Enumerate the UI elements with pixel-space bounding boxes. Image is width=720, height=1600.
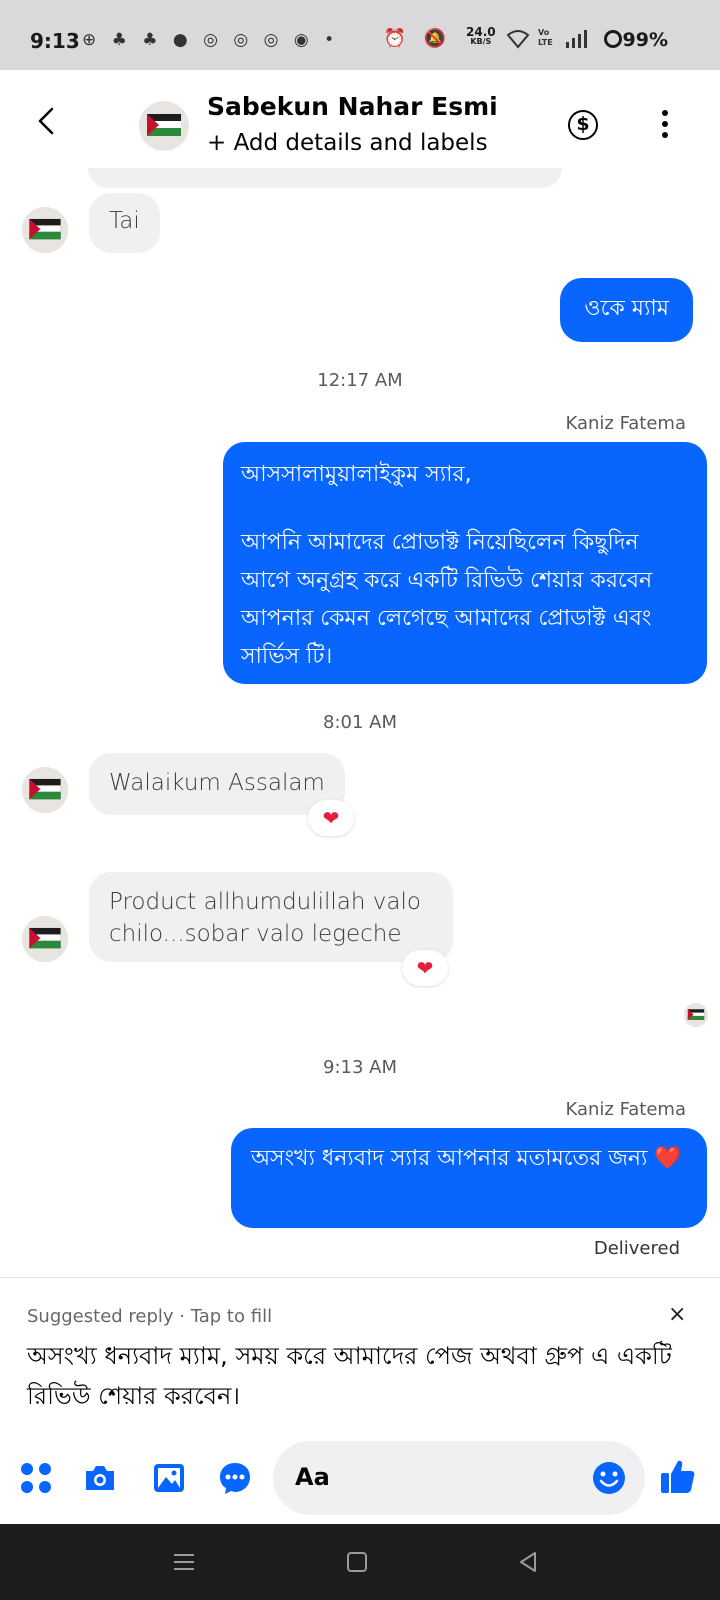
divider	[0, 1277, 720, 1278]
sender-label: Kaniz Fatema	[565, 413, 686, 434]
emoji-icon[interactable]	[591, 1460, 627, 1496]
network-speed: 24.0 KB/S	[466, 25, 496, 47]
sender-avatar[interactable]	[22, 916, 68, 962]
battery-ring-icon	[604, 30, 622, 48]
status-time: 9:13	[30, 29, 80, 53]
suggested-reply-label: Suggested reply · Tap to fill	[27, 1306, 273, 1327]
battery-percent: 99%	[622, 29, 668, 51]
add-details-link[interactable]: + Add details and labels	[207, 130, 488, 156]
system-nav-bar	[0, 1524, 720, 1600]
outgoing-message[interactable]: অসংখ্য ধন্যবাদ স্যার আপনার মতামতের জন্য …	[231, 1128, 707, 1228]
timestamp: 12:17 AM	[317, 370, 403, 391]
thumbs-up-icon[interactable]	[658, 1456, 698, 1496]
message-line: আপনি আমাদের প্রোডাক্ট নিয়েছিলেন কিছুদিন…	[241, 530, 653, 669]
timestamp: 8:01 AM	[323, 712, 397, 733]
previous-message-edge	[88, 168, 562, 188]
home-icon[interactable]	[345, 1550, 369, 1574]
outgoing-message[interactable]: ওকে ম্যাম	[560, 278, 693, 342]
camera-icon[interactable]	[82, 1460, 118, 1496]
message-input[interactable]: Aa	[273, 1441, 645, 1515]
more-options-icon[interactable]	[662, 110, 670, 140]
payment-dollar-icon[interactable]: $	[568, 110, 598, 140]
chat-bubble-icon[interactable]	[217, 1460, 253, 1496]
seen-avatar	[684, 1003, 708, 1027]
wifi-icon	[506, 30, 530, 49]
recent-apps-icon[interactable]	[172, 1550, 196, 1574]
outgoing-message[interactable]: আসসালামুয়ালাইকুম স্যার, আপনি আমাদের প্র…	[223, 442, 707, 684]
network-speed-unit: KB/S	[470, 37, 492, 46]
heart-reaction-icon[interactable]: ❤	[402, 950, 448, 986]
message-line: আসসালামুয়ালাইকুম স্যার,	[241, 462, 472, 487]
delivery-status: Delivered	[593, 1238, 680, 1259]
alarm-mute-icons: ⏰ 🔕	[383, 28, 452, 49]
suggested-reply-text[interactable]: অসংখ্য ধন্যবাদ ম্যাম, সময় করে আমাদের পে…	[27, 1336, 687, 1416]
incoming-message[interactable]: Product allhumdulillah valo chilo...soba…	[89, 872, 453, 962]
notification-icons: ⊕ ♣ ♣ ● ◎ ◎ ◎ ◉ •	[82, 30, 340, 50]
sender-label: Kaniz Fatema	[565, 1099, 686, 1120]
back-arrow-icon[interactable]	[30, 103, 66, 139]
apps-grid-icon[interactable]	[18, 1460, 54, 1496]
message-placeholder: Aa	[295, 1463, 330, 1491]
timestamp: 9:13 AM	[323, 1057, 397, 1078]
incoming-message[interactable]: Walaikum Assalam	[89, 753, 345, 815]
chat-header: Sabekun Nahar Esmi + Add details and lab…	[0, 70, 720, 182]
contact-avatar[interactable]	[139, 101, 189, 151]
back-nav-icon[interactable]	[516, 1550, 540, 1574]
close-suggestion-icon[interactable]: ×	[668, 1302, 686, 1327]
status-bar: 9:13 ⊕ ♣ ♣ ● ◎ ◎ ◎ ◉ • ⏰ 🔕 24.0 KB/S Vo …	[0, 0, 720, 70]
incoming-message[interactable]: Tai	[89, 193, 160, 253]
signal-icon	[566, 30, 587, 48]
heart-reaction-icon[interactable]: ❤	[308, 800, 354, 836]
sender-avatar[interactable]	[22, 207, 68, 253]
volte-label: Vo LTE	[538, 28, 553, 47]
gallery-icon[interactable]	[151, 1460, 187, 1496]
sender-avatar[interactable]	[22, 767, 68, 813]
contact-name[interactable]: Sabekun Nahar Esmi	[207, 92, 498, 121]
network-speed-value: 24.0	[466, 25, 496, 39]
